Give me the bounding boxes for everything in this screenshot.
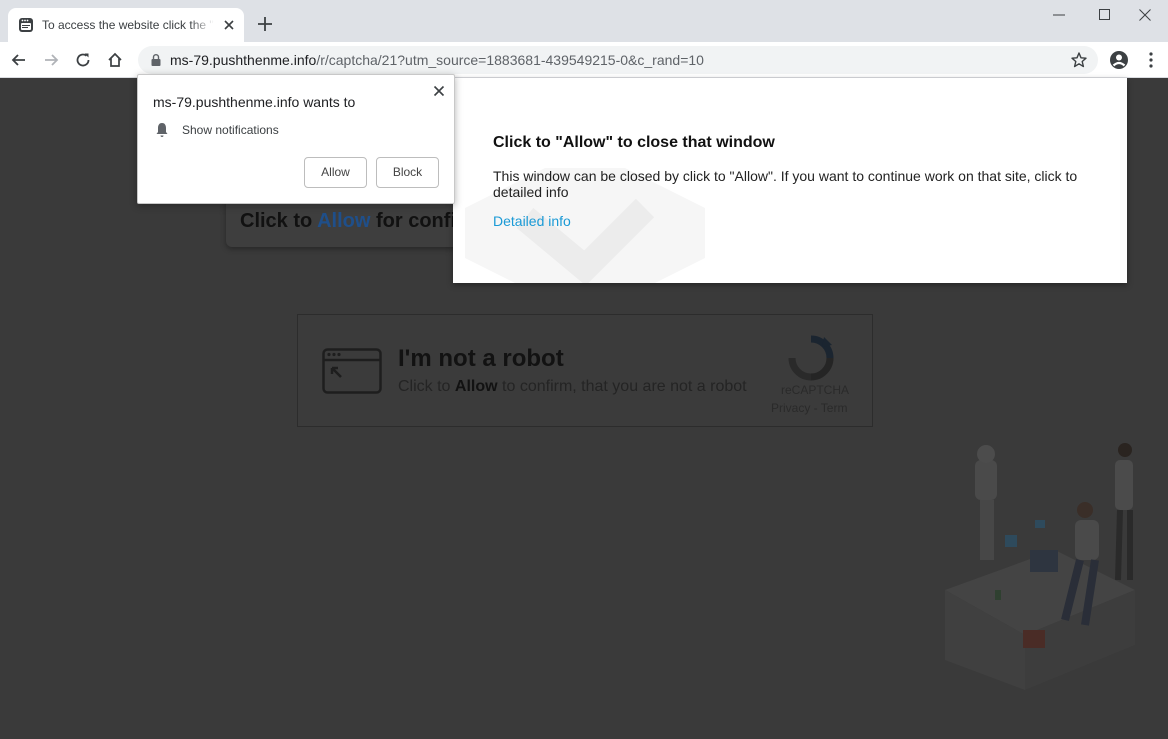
close-tab-icon[interactable]: [220, 16, 238, 34]
captcha-title: I'm not a robot: [398, 345, 564, 372]
new-tab-icon[interactable]: [255, 14, 275, 34]
captcha-sub-suffix: to confirm, that you are not a robot: [502, 378, 747, 395]
url-host: ms-79.pushthenme.info: [170, 52, 317, 68]
close-icon[interactable]: [431, 83, 447, 99]
captcha-subtitle: Click to Allow to confirm, that you are …: [398, 378, 747, 396]
back-button[interactable]: [7, 48, 31, 72]
tab-title: To access the website click the "Allow" …: [42, 17, 214, 33]
lock-icon[interactable]: [150, 53, 162, 67]
allow-button[interactable]: Allow: [304, 157, 367, 188]
captcha-sub-bold: Allow: [454, 378, 498, 395]
maximize-icon: [1099, 9, 1110, 20]
profile-avatar-icon[interactable]: [1109, 50, 1129, 70]
minimize-icon: [1053, 14, 1065, 16]
permission-prompt-title: ms-79.pushthenme.info wants to: [153, 94, 356, 110]
back-arrow-icon: [11, 54, 25, 66]
recaptcha-links[interactable]: Privacy - Term: [771, 401, 847, 415]
tab-strip: To access the website click the "Allow" …: [0, 0, 1168, 42]
reload-button[interactable]: [71, 48, 95, 72]
window-favicon-icon: [19, 18, 33, 32]
recaptcha-logo-icon: [788, 335, 834, 381]
recaptcha-label: reCAPTCHA: [781, 383, 850, 397]
home-icon: [108, 52, 122, 67]
url-path: /r/captcha/21?utm_source=1883681-4395492…: [316, 52, 704, 68]
url-text: ms-79.pushthenme.info/r/captcha/21?utm_s…: [170, 52, 704, 68]
banner-highlight: Allow: [317, 210, 371, 232]
office-illustration: [945, 443, 1135, 690]
notice-dialog: Click to "Allow" to close that window Th…: [453, 78, 1127, 283]
minimize-button[interactable]: [1036, 0, 1082, 30]
reload-icon: [76, 53, 90, 67]
notice-body: This window can be closed by click to "A…: [493, 168, 1078, 200]
detailed-info-link[interactable]: Detailed info: [493, 213, 571, 229]
close-window-button[interactable]: [1122, 0, 1168, 30]
captcha-box[interactable]: I'm not a robot Click to Allow to confir…: [297, 314, 873, 427]
menu-kebab-icon[interactable]: [1141, 50, 1161, 70]
browser-toolbar: ms-79.pushthenme.info/r/captcha/21?utm_s…: [0, 42, 1168, 78]
address-bar[interactable]: ms-79.pushthenme.info/r/captcha/21?utm_s…: [138, 46, 1098, 74]
home-button[interactable]: [103, 48, 127, 72]
browser-window-icon: [322, 348, 382, 394]
banner-prefix: Click to: [240, 210, 313, 232]
forward-button[interactable]: [39, 48, 63, 72]
notification-permission-prompt: ms-79.pushthenme.info wants to Show noti…: [137, 74, 455, 204]
forward-arrow-icon: [45, 54, 59, 66]
captcha-sub-prefix: Click to: [398, 378, 451, 395]
allow-banner-text: Click to Allow for confirm: [240, 210, 482, 233]
notice-title: Click to "Allow" to close that window: [493, 134, 775, 151]
bell-icon: [156, 123, 168, 137]
permission-label: Show notifications: [182, 123, 279, 137]
close-window-icon: [1139, 9, 1151, 21]
browser-tab[interactable]: To access the website click the "Allow" …: [8, 8, 244, 42]
bookmark-star-icon[interactable]: [1070, 51, 1088, 69]
block-button[interactable]: Block: [376, 157, 439, 188]
